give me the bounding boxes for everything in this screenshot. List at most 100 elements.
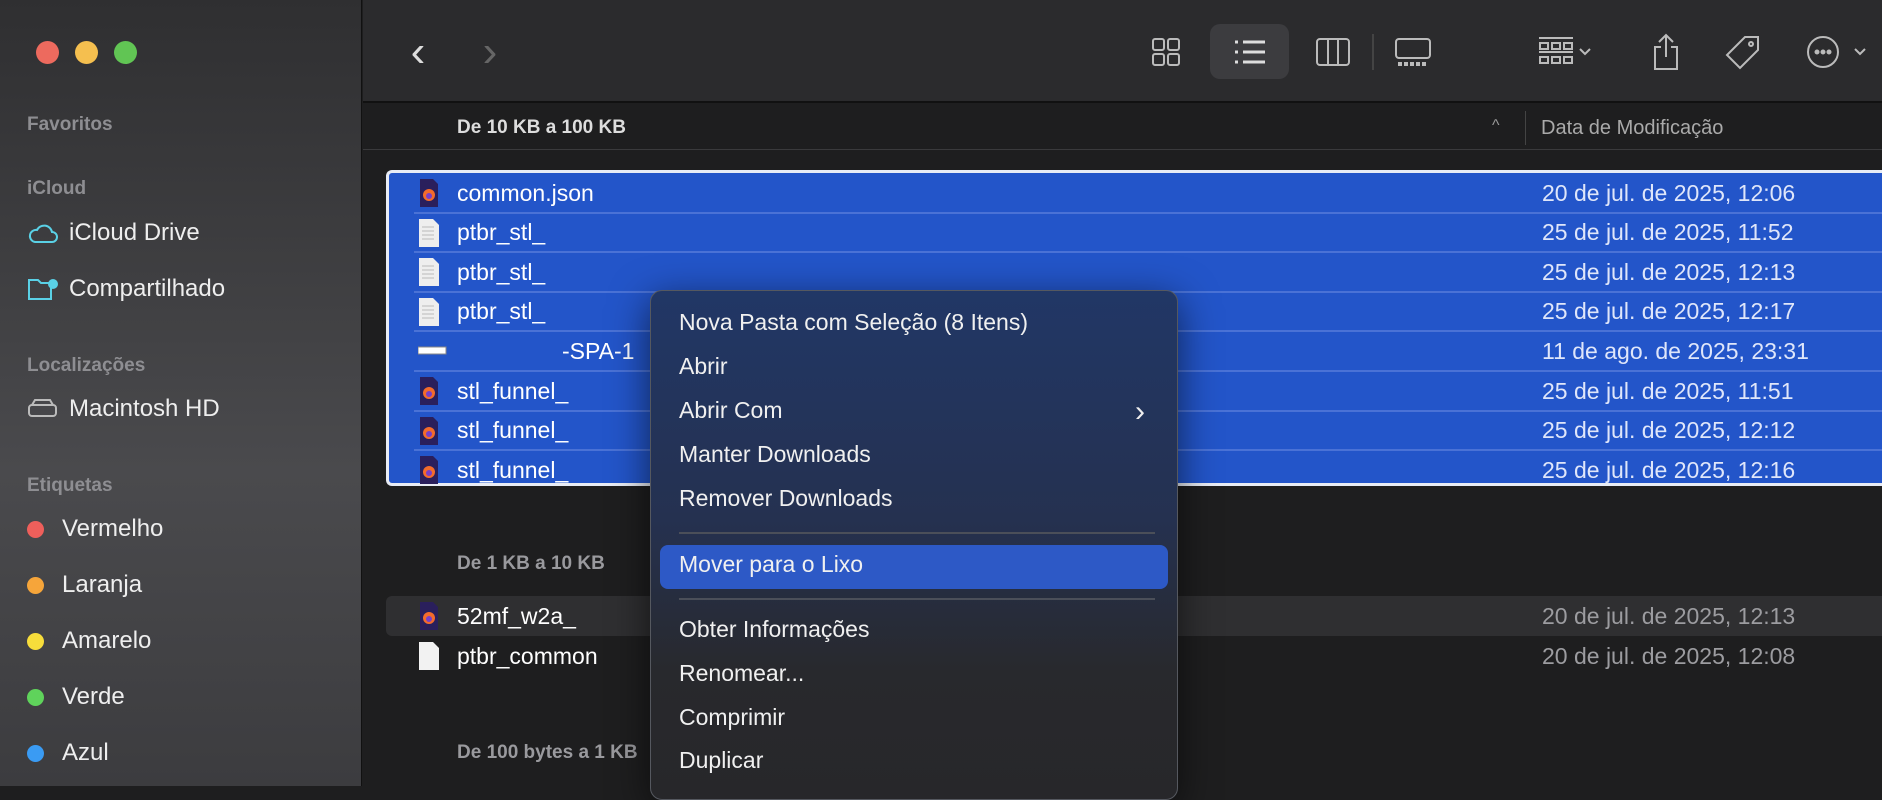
- sidebar-item-label: Laranja: [62, 571, 143, 598]
- tags-heading: Etiquetas: [27, 475, 113, 496]
- menu-separator: [679, 598, 1155, 600]
- file-date: 11 de ago. de 2025, 23:31: [1542, 337, 1809, 364]
- list-icon: [1234, 40, 1265, 63]
- sidebar: Favoritos iCloud iCloud Drive Compartilh…: [0, 0, 362, 786]
- list-header: De 10 KB a 100 KB ^ Data de Modificação: [363, 105, 1882, 150]
- icon-view-button[interactable]: [1143, 24, 1189, 79]
- group-header: De 1 KB a 10 KB: [457, 553, 605, 574]
- sidebar-item-label: Compartilhado: [69, 275, 226, 302]
- tag-color-dot-icon: [27, 688, 44, 706]
- firefox-doc-icon: [418, 456, 440, 485]
- grid-icon: [1152, 37, 1180, 66]
- file-row[interactable]: ptbr_stl_ 25 de jul. de 2025, 11:52: [414, 213, 1882, 253]
- file-date: 25 de jul. de 2025, 11:51: [1542, 377, 1794, 404]
- sidebar-item-tag-1[interactable]: Laranja: [27, 570, 142, 600]
- gallery-icon: [1395, 37, 1431, 66]
- share-icon: [1654, 33, 1678, 70]
- column-header-date-modified[interactable]: Data de Modificação: [1541, 117, 1723, 140]
- row-separator: [414, 251, 1882, 254]
- ellipsis-circle-icon: [1807, 35, 1866, 68]
- tag-button[interactable]: [1721, 24, 1765, 79]
- file-name: ptbr_stl_: [457, 258, 546, 285]
- menu-item-8[interactable]: Comprimir: [679, 704, 785, 731]
- menu-item-7[interactable]: Renomear...: [679, 660, 804, 687]
- context-menu: Nova Pasta com Seleção (8 Itens) Abrir Abr…: [650, 290, 1178, 800]
- more-actions-button[interactable]: [1803, 24, 1873, 79]
- file-date: 20 de jul. de 2025, 12:13: [1542, 602, 1796, 629]
- zoom-button[interactable]: [114, 41, 137, 64]
- tag-color-dot-icon: [27, 632, 44, 650]
- menu-separator: [679, 532, 1155, 534]
- columns-icon: [1316, 37, 1350, 66]
- chevron-down-icon: [1579, 47, 1591, 55]
- locations-heading: Localizações: [27, 355, 146, 376]
- back-button[interactable]: ‹: [403, 24, 433, 79]
- share-button[interactable]: [1646, 24, 1686, 79]
- firefox-doc-icon: [418, 602, 440, 630]
- shared-folder-icon: [28, 279, 58, 300]
- minimize-button[interactable]: [75, 41, 98, 64]
- toolbar-divider: [1372, 34, 1374, 70]
- icloud-heading: iCloud: [27, 178, 87, 199]
- file-date: 25 de jul. de 2025, 12:17: [1542, 298, 1796, 325]
- firefox-doc-icon: [418, 179, 440, 207]
- tag-color-dot-icon: [27, 520, 44, 538]
- sidebar-item-label: Azul: [62, 739, 109, 766]
- file-name: ptbr_stl_: [457, 219, 546, 246]
- sidebar-item-icloud-drive[interactable]: iCloud Drive: [27, 218, 200, 248]
- menu-item-4[interactable]: Remover Downloads: [679, 485, 892, 512]
- firefox-doc-icon: [418, 377, 440, 405]
- file-date: 25 de jul. de 2025, 12:16: [1542, 456, 1796, 483]
- sidebar-item-label: Amarelo: [62, 627, 152, 654]
- sidebar-item-label: Verde: [62, 683, 125, 710]
- group-header-name[interactable]: De 10 KB a 100 KB: [457, 117, 626, 139]
- menu-item-1[interactable]: Abrir: [679, 353, 728, 380]
- menu-item-6[interactable]: Obter Informações: [679, 616, 869, 643]
- file-name: stl_funnel_: [457, 456, 569, 483]
- sidebar-item-label: Macintosh HD: [69, 395, 220, 422]
- sidebar-item-tag-3[interactable]: Verde: [27, 682, 125, 712]
- file-date: 20 de jul. de 2025, 12:06: [1542, 179, 1796, 206]
- cloud-icon: [28, 224, 58, 243]
- sidebar-item-label: Vermelho: [62, 515, 164, 542]
- tag-color-dot-icon: [27, 744, 44, 762]
- file-name: ptbr_common: [457, 642, 598, 669]
- list-view-button[interactable]: [1210, 24, 1289, 79]
- menu-item-0[interactable]: Nova Pasta com Seleção (8 Itens): [679, 309, 1028, 336]
- file-row[interactable]: ptbr_stl_ 25 de jul. de 2025, 12:13: [414, 252, 1882, 292]
- menu-item-2[interactable]: Abrir Com: [679, 397, 783, 424]
- file-row[interactable]: common.json 20 de jul. de 2025, 12:06: [414, 173, 1882, 213]
- file-date: 25 de jul. de 2025, 12:13: [1542, 258, 1796, 285]
- sidebar-item-macintosh-hd[interactable]: Macintosh HD: [27, 394, 220, 424]
- menu-item-9[interactable]: Duplicar: [679, 747, 763, 774]
- favorites-heading: Favoritos: [27, 114, 113, 135]
- sidebar-item-tag-2[interactable]: Amarelo: [27, 626, 151, 656]
- menu-item-5[interactable]: Mover para o Lixo: [679, 551, 863, 578]
- toolbar: ‹ ›: [363, 0, 1882, 103]
- sidebar-item-tag-0[interactable]: Vermelho: [27, 514, 163, 544]
- text-doc-icon: [418, 297, 440, 326]
- sidebar-item-tag-4[interactable]: Azul: [27, 738, 109, 768]
- file-date: 25 de jul. de 2025, 11:52: [1542, 219, 1794, 246]
- file-name: ptbr_stl_: [457, 298, 546, 325]
- sort-ascending-icon[interactable]: ^: [1492, 117, 1500, 135]
- blank-doc-icon: [418, 642, 440, 670]
- menu-item-3[interactable]: Manter Downloads: [679, 441, 871, 468]
- tag-icon: [1725, 35, 1759, 69]
- disk-icon: [28, 399, 57, 417]
- file-name: -SPA-1: [562, 337, 635, 364]
- gallery-view-button[interactable]: [1388, 24, 1438, 79]
- sidebar-item-label: iCloud Drive: [69, 219, 200, 246]
- close-button[interactable]: [36, 41, 59, 64]
- sidebar-item-compartilhado[interactable]: Compartilhado: [27, 274, 225, 304]
- row-separator: [414, 211, 1882, 214]
- column-divider[interactable]: [1525, 111, 1526, 145]
- file-date: 25 de jul. de 2025, 12:12: [1542, 417, 1796, 444]
- forward-button[interactable]: ›: [475, 24, 505, 79]
- text-doc-icon: [418, 218, 440, 247]
- generic-file-icon: [417, 337, 447, 365]
- column-view-button[interactable]: [1310, 24, 1356, 79]
- group-by-button[interactable]: [1535, 24, 1595, 79]
- tag-color-dot-icon: [27, 576, 44, 594]
- file-name: stl_funnel_: [457, 417, 569, 444]
